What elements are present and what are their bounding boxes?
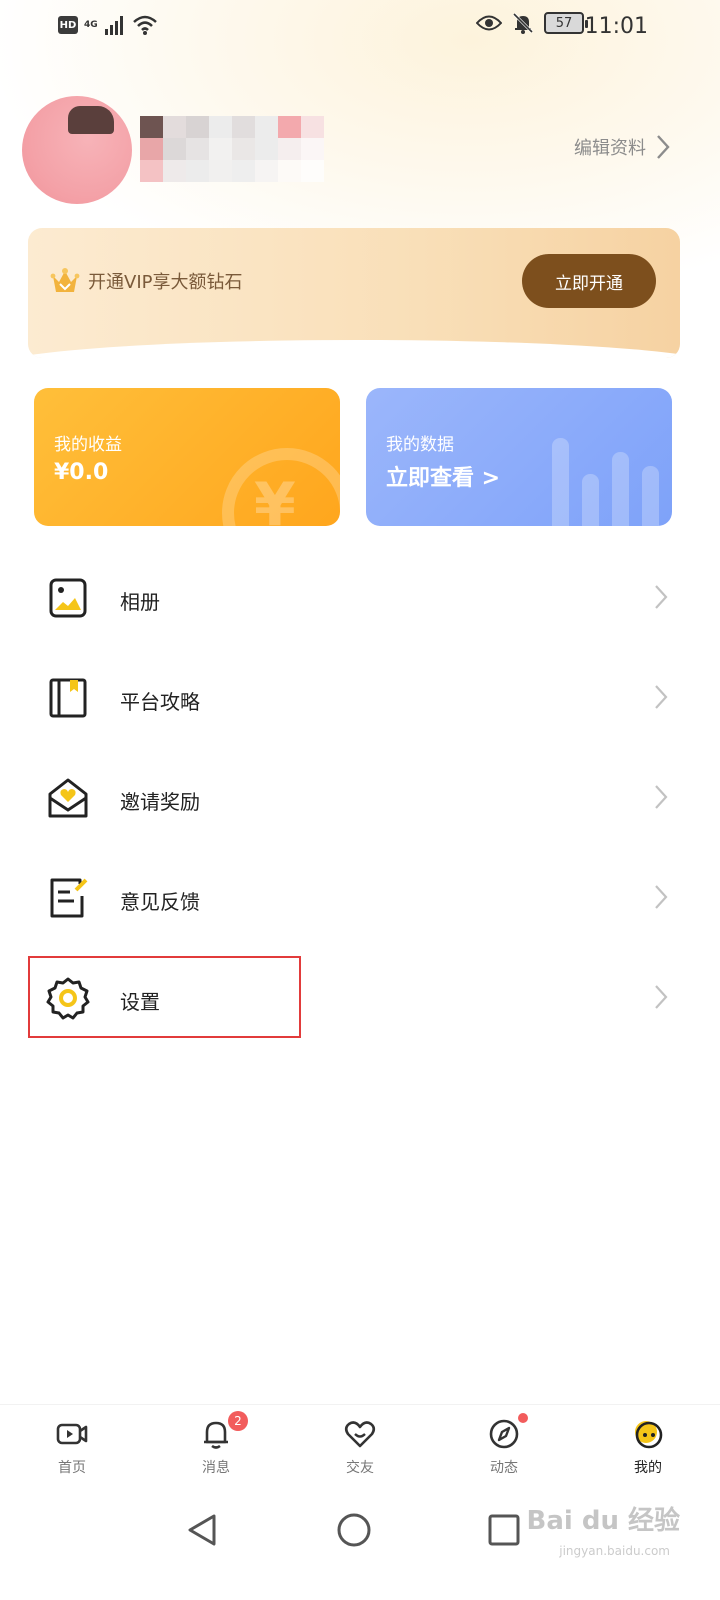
my-data-card[interactable]: 我的数据 立即查看 > [366, 388, 672, 526]
chevron-right-icon [655, 685, 668, 709]
recents-square-icon[interactable] [484, 1510, 524, 1550]
heart-icon [344, 1421, 376, 1448]
bar-chart-decoration-icon [552, 436, 672, 526]
menu-label-feedback: 意见反馈 [120, 890, 200, 914]
menu-label-invite: 邀请奖励 [120, 790, 200, 814]
vip-promo: 开通VIP享大额钻石 [50, 266, 242, 296]
gear-icon [46, 977, 90, 1020]
menu-item-settings[interactable]: 设置 [0, 948, 720, 1048]
moments-dot-badge [518, 1413, 528, 1423]
watermark-brand: Bai du 经验 [526, 1506, 681, 1536]
compass-icon [489, 1419, 519, 1449]
album-icon [49, 578, 87, 618]
watermark-url: jingyan.baidu.com [559, 1544, 670, 1558]
open-vip-button[interactable]: 立即开通 [522, 254, 656, 308]
data-title: 我的数据 [386, 435, 454, 455]
hd-indicator: HD [58, 16, 78, 34]
vip-text: 开通VIP享大额钻石 [88, 272, 243, 293]
menu-list: 相册 平台攻略 邀请奖励 意见反馈 设置 [0, 548, 720, 1048]
wifi-icon [132, 15, 157, 35]
yen-decoration-icon: ¥ [254, 470, 296, 526]
tab-label-home: 首页 [58, 1460, 86, 1476]
status-bar: HD 4G 57 11:01 [0, 0, 720, 56]
video-icon [56, 1423, 88, 1445]
chevron-right-icon [655, 785, 668, 809]
edit-profile-label: 编辑资料 [574, 138, 646, 159]
home-circle-icon[interactable] [334, 1510, 374, 1550]
chevron-right-icon [655, 585, 668, 609]
feedback-icon [50, 878, 88, 918]
status-right: 57 [476, 12, 588, 34]
guide-book-icon [49, 678, 87, 718]
signal-icon [104, 16, 123, 35]
back-triangle-icon[interactable] [182, 1510, 222, 1550]
mute-bell-icon [512, 12, 534, 34]
crown-icon [50, 268, 80, 292]
battery-indicator: 57 [544, 12, 588, 34]
tab-label-moments: 动态 [490, 1460, 518, 1476]
earnings-value: ¥0.0 [54, 460, 109, 485]
my-earnings-card[interactable]: ¥ 我的收益 ¥0.0 [34, 388, 340, 526]
avatar[interactable] [22, 96, 132, 204]
menu-item-feedback[interactable]: 意见反馈 [0, 848, 720, 948]
tab-moments[interactable]: 动态 [432, 1405, 576, 1488]
tab-label-friends: 交友 [346, 1460, 374, 1476]
edit-profile-link[interactable]: 编辑资料 [574, 134, 670, 160]
menu-label-settings: 设置 [120, 990, 160, 1014]
avatar-hair [68, 106, 114, 134]
menu-item-album[interactable]: 相册 [0, 548, 720, 648]
message-count-badge: 2 [228, 1411, 248, 1431]
chevron-right-icon [655, 885, 668, 909]
chevron-right-icon [657, 135, 670, 159]
bottom-tab-bar: 首页 2 消息 交友 动态 我的 [0, 1404, 720, 1488]
data-link: 立即查看 > [386, 466, 501, 491]
menu-label-album: 相册 [120, 590, 160, 614]
tab-label-me: 我的 [634, 1460, 662, 1476]
clock: 11:01 [584, 14, 648, 39]
profile-face-icon [635, 1421, 663, 1449]
earnings-title: 我的收益 [54, 435, 122, 455]
menu-item-invite[interactable]: 邀请奖励 [0, 748, 720, 848]
tab-me[interactable]: 我的 [576, 1405, 720, 1488]
vip-banner: 开通VIP享大额钻石 立即开通 [28, 228, 680, 358]
chevron-right-icon [655, 985, 668, 1009]
tab-friends[interactable]: 交友 [288, 1405, 432, 1488]
invite-envelope-icon [48, 778, 88, 818]
tab-label-messages: 消息 [202, 1460, 230, 1476]
eye-icon [476, 15, 502, 31]
tab-messages[interactable]: 2 消息 [144, 1405, 288, 1488]
tab-home[interactable]: 首页 [0, 1405, 144, 1488]
menu-item-guide[interactable]: 平台攻略 [0, 648, 720, 748]
network-type: 4G [84, 19, 98, 30]
status-left: HD 4G [58, 14, 158, 36]
username-blurred [140, 116, 324, 182]
menu-label-guide: 平台攻略 [120, 690, 200, 714]
